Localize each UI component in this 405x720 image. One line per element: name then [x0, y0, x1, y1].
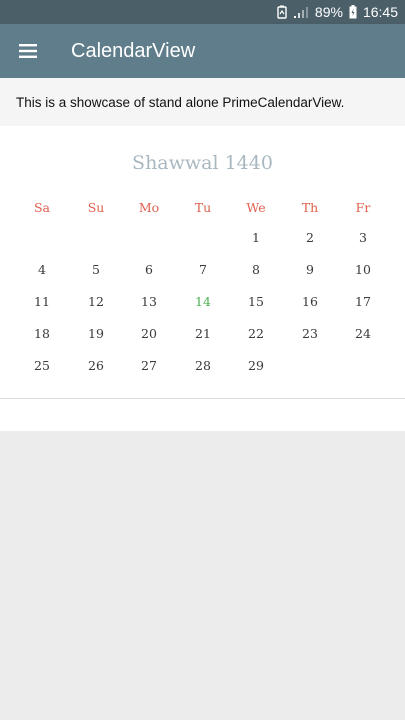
month-title[interactable]: Shawwal 1440	[0, 152, 405, 174]
day-cell[interactable]: 11	[15, 294, 69, 309]
day-cell[interactable]: 9	[283, 262, 337, 277]
app-title: CalendarView	[71, 40, 196, 62]
content-spacer	[0, 399, 405, 431]
status-time: 16:45	[362, 4, 398, 20]
description-banner: This is a showcase of stand alone PrimeC…	[0, 78, 405, 126]
battery-icon	[349, 5, 357, 19]
day-cell[interactable]: 16	[283, 294, 337, 309]
weekday-we: We	[246, 200, 266, 215]
day-cell[interactable]: 7	[176, 262, 230, 277]
day-cell[interactable]: 20	[122, 326, 176, 341]
day-cell-today[interactable]: 14	[176, 294, 230, 309]
day-cell[interactable]: 18	[15, 326, 69, 341]
weekday-sa: Sa	[33, 200, 50, 215]
weekday-th: Th	[301, 200, 319, 215]
day-cell[interactable]: 21	[176, 326, 230, 341]
day-cell[interactable]: 17	[336, 294, 390, 309]
day-cell[interactable]: 23	[283, 326, 337, 341]
day-cell[interactable]: 25	[15, 358, 69, 373]
day-cell[interactable]: 5	[69, 262, 123, 277]
day-cell[interactable]: 6	[122, 262, 176, 277]
day-cell[interactable]: 24	[336, 326, 390, 341]
day-cell[interactable]: 8	[229, 262, 283, 277]
signal-icon	[293, 5, 309, 19]
status-bar: 89% 16:45	[0, 0, 405, 24]
weekday-su: Su	[87, 200, 105, 215]
calendar-view: Shawwal 1440 Sa Su Mo Tu We Th Fr 1 2 3 4 5 6 7 8 9 10 1…	[0, 126, 405, 399]
day-cell[interactable]: 4	[15, 262, 69, 277]
day-cell[interactable]: 19	[69, 326, 123, 341]
day-cell[interactable]: 2	[283, 230, 337, 245]
day-cell[interactable]: 27	[122, 358, 176, 373]
battery-percentage: 89%	[314, 4, 343, 20]
app-bar: CalendarView	[0, 24, 405, 78]
day-cell[interactable]: 28	[176, 358, 230, 373]
day-cell[interactable]: 15	[229, 294, 283, 309]
day-cell[interactable]: 1	[229, 230, 283, 245]
weekday-tu: Tu	[194, 200, 212, 215]
sync-icon	[277, 5, 287, 19]
day-cell[interactable]: 12	[69, 294, 123, 309]
weekday-fr: Fr	[355, 200, 371, 215]
day-cell[interactable]: 10	[336, 262, 390, 277]
day-cell[interactable]: 29	[229, 358, 283, 373]
weekday-mo: Mo	[138, 200, 160, 215]
description-text: This is a showcase of stand alone PrimeC…	[16, 95, 345, 110]
day-cell[interactable]: 22	[229, 326, 283, 341]
day-cell[interactable]: 26	[69, 358, 123, 373]
day-cell[interactable]: 3	[336, 230, 390, 245]
day-cell[interactable]: 13	[122, 294, 176, 309]
hamburger-menu-icon[interactable]	[14, 37, 42, 65]
